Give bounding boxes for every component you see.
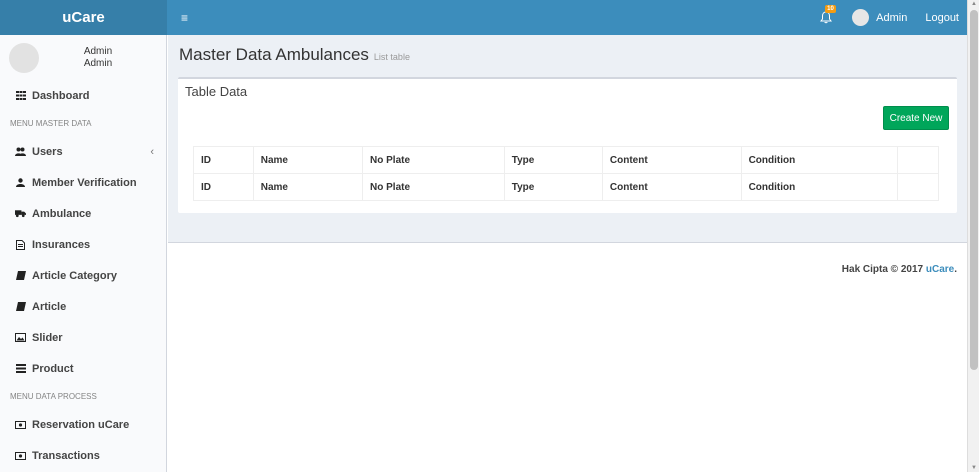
column-header-condition[interactable]: Condition [740,146,899,174]
list-icon [15,363,26,374]
sidebar-avatar [9,42,39,73]
sidebar-item-article[interactable]: Article [0,291,166,322]
page-title: Master Data Ambulances [179,45,369,64]
user-icon [15,177,26,188]
sidebar-item-article-category[interactable]: Article Category [0,260,166,291]
create-new-button[interactable]: Create New [883,106,949,130]
logout-link[interactable]: Logout [925,12,959,24]
copyright-text: Hak Cipta © 2017 [841,264,924,275]
page-scrollbar[interactable]: ▲ ▼ [967,0,979,472]
user-avatar[interactable] [852,9,870,26]
notification-button[interactable]: 10 [820,4,836,25]
ambulance-icon [15,208,26,219]
scroll-up-arrow-icon[interactable]: ▲ [971,1,977,7]
chevron-left-icon: ‹ [150,145,154,158]
sidebar-item-ambulance[interactable]: Ambulance [0,198,166,229]
column-header-name[interactable]: Name [252,146,364,174]
sidebar-item-transactions[interactable]: Transactions [0,440,166,471]
column-footer-type: Type [503,173,603,201]
money-icon [15,419,26,430]
book-icon [15,270,26,281]
user-role: Admin [83,57,113,69]
sidebar: Admin Admin Dashboard MENU MASTER DATA U… [0,35,167,472]
file-text-icon [15,239,26,250]
column-header-id[interactable]: ID [193,146,254,174]
page-header: Master Data Ambulances List table [179,45,410,65]
copyright-suffix: . [954,264,957,275]
table-header-row: ID Name No Plate Type Content Condition [193,146,939,174]
grid-icon [15,90,26,101]
sidebar-item-product[interactable]: Product [0,353,166,384]
sidebar-item-users[interactable]: Users ‹ [0,136,166,167]
sidebar-item-label: Transactions [32,449,100,462]
top-navbar: uCare ≡ 10 Admin Logout [0,0,967,35]
user-name: Admin [83,45,113,57]
sidebar-item-slider[interactable]: Slider [0,322,166,353]
copyright: Hak Cipta © 2017 uCare. [842,264,957,275]
sidebar-item-label: Article Category [32,269,117,282]
sidebar-item-label: Article [32,300,67,313]
app-logo[interactable]: uCare [0,0,167,35]
topbar-right: 10 Admin Logout [820,4,967,26]
users-icon [15,146,26,157]
menu-header-master: MENU MASTER DATA [10,119,92,128]
user-panel: Admin Admin [0,35,166,80]
ambulance-table: ID Name No Plate Type Content Condition … [193,146,939,201]
image-icon [15,332,26,343]
sidebar-item-label: Dashboard [32,89,90,102]
user-info: Admin Admin [48,46,148,70]
user-menu[interactable]: Admin [876,12,907,24]
sidebar-item-label: Insurances [32,238,91,251]
scroll-down-arrow-icon[interactable]: ▼ [971,465,977,471]
sidebar-item-label: Member Verification [32,176,137,189]
column-header-type[interactable]: Type [503,146,603,174]
sidebar-item-label: Users [32,145,63,158]
sidebar-item-reservation[interactable]: Reservation uCare [0,409,166,440]
column-footer-action [897,173,939,201]
notification-badge: 10 [825,4,836,13]
brand-link[interactable]: uCare [926,264,954,275]
table-box: Table Data Create New ID Name No Plate T… [178,77,957,213]
table-footer-row: ID Name No Plate Type Content Condition [193,173,939,201]
sidebar-item-label: Ambulance [32,207,92,220]
page-footer: Hak Cipta © 2017 uCare. [168,242,967,472]
page-subtitle: List table [373,52,410,62]
menu-toggle-icon[interactable]: ≡ [181,12,188,24]
menu-header-process: MENU DATA PROCESS [10,392,97,401]
column-header-no-plate[interactable]: No Plate [362,146,505,174]
column-footer-no-plate: No Plate [362,173,505,201]
column-footer-name: Name [252,173,364,201]
column-footer-condition: Condition [740,173,899,201]
column-header-action [897,146,939,174]
sidebar-item-label: Product [32,362,74,375]
sidebar-item-dashboard[interactable]: Dashboard [0,80,166,111]
box-title: Table Data [185,84,248,99]
money-icon [15,450,26,461]
column-footer-id: ID [193,173,254,201]
sidebar-item-label: Slider [32,331,63,344]
column-footer-content: Content [601,173,742,201]
sidebar-item-label: Reservation uCare [32,418,130,431]
scrollbar-thumb[interactable] [970,10,978,370]
sidebar-item-member-verification[interactable]: Member Verification [0,167,166,198]
book-icon [15,301,26,312]
main-content: Master Data Ambulances List table Table … [168,35,967,242]
column-header-content[interactable]: Content [601,146,742,174]
sidebar-item-insurances[interactable]: Insurances [0,229,166,260]
